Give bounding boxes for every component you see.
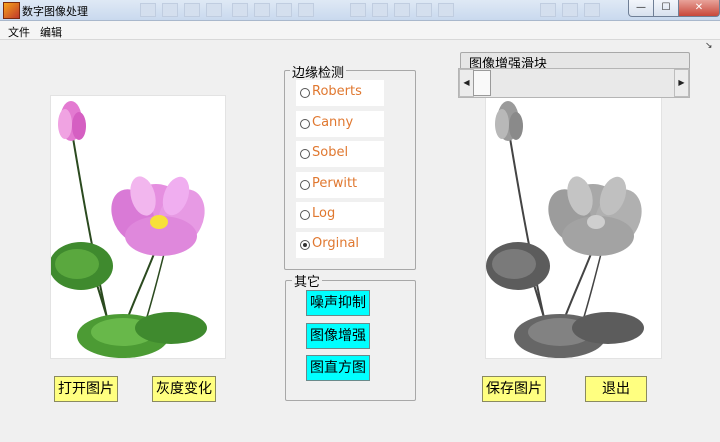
menu-file[interactable]: 文件 (8, 24, 30, 40)
flower-gray-picture (486, 101, 644, 358)
toolbar-ghost-icon (232, 3, 248, 17)
edge-detection-title: 边缘检测 (290, 62, 347, 81)
radio-log[interactable]: Log (296, 202, 384, 228)
toolbar-ghost-icon (562, 3, 578, 17)
toolbar-ghost-icon (140, 3, 156, 17)
flower-color-picture (51, 101, 207, 358)
dock-arrow-icon[interactable]: ↘ (705, 41, 713, 51)
toolbar-ghost-icon (184, 3, 200, 17)
open-image-button[interactable]: 打开图片 (54, 376, 118, 402)
radio-icon[interactable] (300, 88, 310, 98)
app-icon (3, 2, 20, 19)
radio-sobel[interactable]: Sobel (296, 141, 384, 167)
menu-edit[interactable]: 编辑 (40, 24, 62, 40)
enhance-slider[interactable]: ◀ ▶ (458, 68, 690, 98)
image-enhance-button[interactable]: 图像增强 (306, 323, 370, 349)
radio-label: Orginal (312, 236, 360, 251)
slider-thumb[interactable] (473, 70, 491, 96)
window-title: 数字图像处理 (22, 5, 88, 18)
toolbar-ghost-icon (206, 3, 222, 17)
toolbar-ghost-icon (350, 3, 366, 17)
radio-icon[interactable] (300, 149, 310, 159)
radio-label: Canny (312, 115, 354, 130)
radio-canny[interactable]: Canny (296, 111, 384, 137)
toolbar-ghost-icon (254, 3, 270, 17)
title-bar: 数字图像处理 — ☐ ✕ (0, 0, 720, 21)
radio-label: Log (312, 206, 336, 221)
toolbar-ghost-icon (584, 3, 600, 17)
slider-right-arrow-icon[interactable]: ▶ (674, 69, 689, 97)
toolbar-ghost-icon (162, 3, 178, 17)
grayscale-button[interactable]: 灰度变化 (152, 376, 216, 402)
noise-suppression-button[interactable]: 噪声抑制 (306, 290, 370, 316)
radio-perwitt[interactable]: Perwitt (296, 172, 384, 198)
maximize-button[interactable]: ☐ (653, 0, 679, 17)
close-button[interactable]: ✕ (678, 0, 720, 17)
toolbar-ghost-icon (416, 3, 432, 17)
radio-label: Sobel (312, 145, 349, 160)
save-image-button[interactable]: 保存图片 (482, 376, 546, 402)
slider-left-arrow-icon[interactable]: ◀ (459, 69, 474, 97)
menu-bar: 文件 编辑 (0, 21, 720, 40)
radio-roberts[interactable]: Roberts (296, 80, 384, 106)
processed-image (485, 95, 662, 359)
radio-icon[interactable] (300, 119, 310, 129)
minimize-button[interactable]: — (628, 0, 654, 17)
other-title: 其它 (292, 271, 323, 290)
histogram-button[interactable]: 图直方图 (306, 355, 370, 381)
toolbar-ghost-icon (298, 3, 314, 17)
radio-label: Roberts (312, 84, 362, 99)
exit-button[interactable]: 退出 (585, 376, 647, 402)
toolbar-ghost-icon (438, 3, 454, 17)
radio-label: Perwitt (312, 176, 358, 191)
radio-icon[interactable] (300, 210, 310, 220)
radio-orginal[interactable]: Orginal (296, 232, 384, 258)
toolbar-ghost-icon (540, 3, 556, 17)
radio-selected-icon[interactable] (300, 240, 310, 250)
toolbar-ghost-icon (372, 3, 388, 17)
toolbar-ghost-icon (276, 3, 292, 17)
original-image (50, 95, 226, 359)
toolbar-ghost-icon (394, 3, 410, 17)
radio-icon[interactable] (300, 180, 310, 190)
